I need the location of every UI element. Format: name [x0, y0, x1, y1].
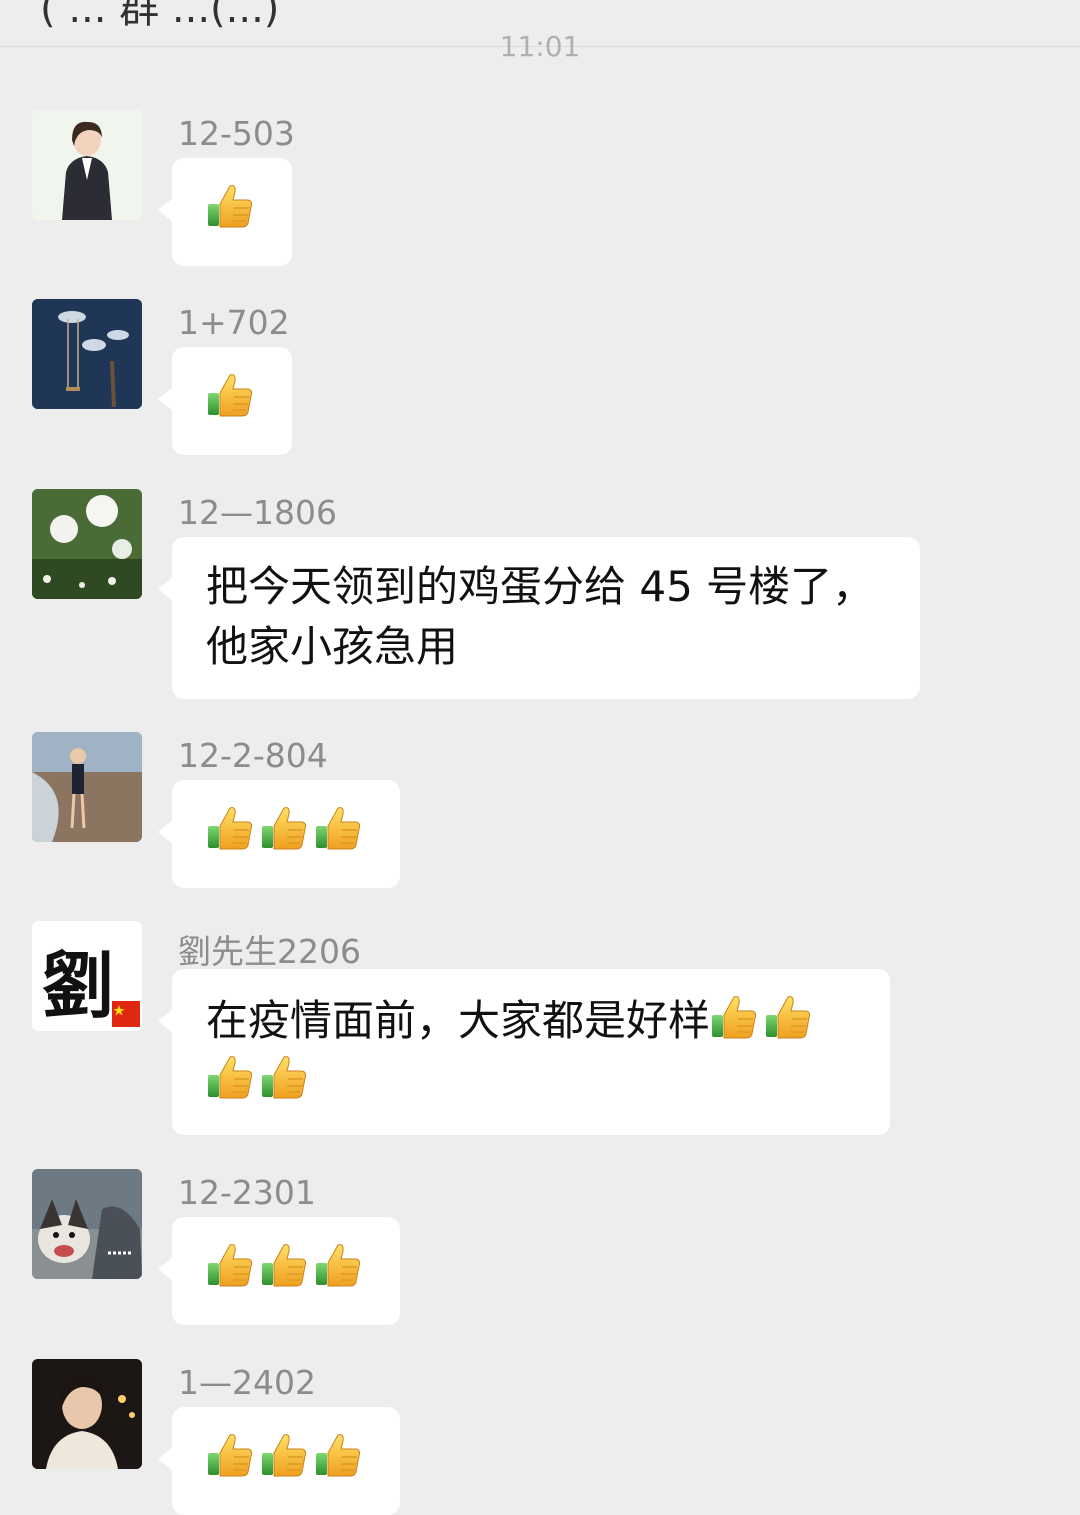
avatar[interactable]: 劉: [32, 921, 142, 1031]
message-bubble[interactable]: [158, 347, 292, 455]
avatar[interactable]: [32, 299, 142, 409]
sender-name: 12-2301: [178, 1173, 316, 1212]
sender-name: 1+702: [178, 303, 290, 342]
sender-name: 12-503: [178, 114, 295, 153]
thumbs-up-icon: [206, 182, 254, 230]
message-bubble[interactable]: [158, 780, 400, 888]
thumbs-up-icon: [206, 371, 254, 419]
avatar-calligraphy: 劉: [42, 943, 115, 1028]
thumbs-up-icon: [260, 1241, 308, 1289]
avatar[interactable]: [32, 1359, 142, 1469]
thumbs-up-icon: [206, 1241, 254, 1289]
thumbs-up-icon: [206, 804, 254, 852]
thumbs-up-icon: [260, 1053, 308, 1101]
thumbs-up-icon: [710, 993, 758, 1041]
avatar[interactable]: [32, 1169, 142, 1279]
sender-name: 12—1806: [178, 493, 337, 532]
chat-title: ( ... 群 ...(...): [40, 0, 280, 32]
thumbs-up-icon: [764, 993, 812, 1041]
thumbs-up-icon: [314, 1241, 362, 1289]
thumbs-up-icon: [314, 1431, 362, 1479]
avatar[interactable]: [32, 489, 142, 599]
message-bubble[interactable]: 在疫情面前，大家都是好样: [158, 969, 890, 1135]
sender-name: 12-2-804: [178, 736, 328, 775]
thumbs-up-icon: [260, 1431, 308, 1479]
thumbs-up-icon: [260, 804, 308, 852]
china-flag-icon: [112, 1001, 140, 1027]
sender-name: 劉先生2206: [178, 932, 361, 971]
message-timestamp: 11:01: [499, 30, 581, 63]
avatar[interactable]: [32, 110, 142, 220]
thumbs-up-icon: [206, 1053, 254, 1101]
message-bubble[interactable]: [158, 1407, 400, 1515]
message-text: 在疫情面前，大家都是好样: [206, 996, 711, 1045]
message-bubble[interactable]: [158, 1217, 400, 1325]
message-bubble[interactable]: [158, 158, 292, 266]
message-text: 把今天领到的鸡蛋分给 45 号楼了，: [206, 562, 875, 611]
thumbs-up-icon: [314, 804, 362, 852]
thumbs-up-icon: [206, 1431, 254, 1479]
avatar[interactable]: [32, 732, 142, 842]
sender-name: 1—2402: [178, 1363, 316, 1402]
message-bubble[interactable]: 把今天领到的鸡蛋分给 45 号楼了， 他家小孩急用: [158, 537, 920, 699]
message-text: 他家小孩急用: [206, 622, 459, 671]
